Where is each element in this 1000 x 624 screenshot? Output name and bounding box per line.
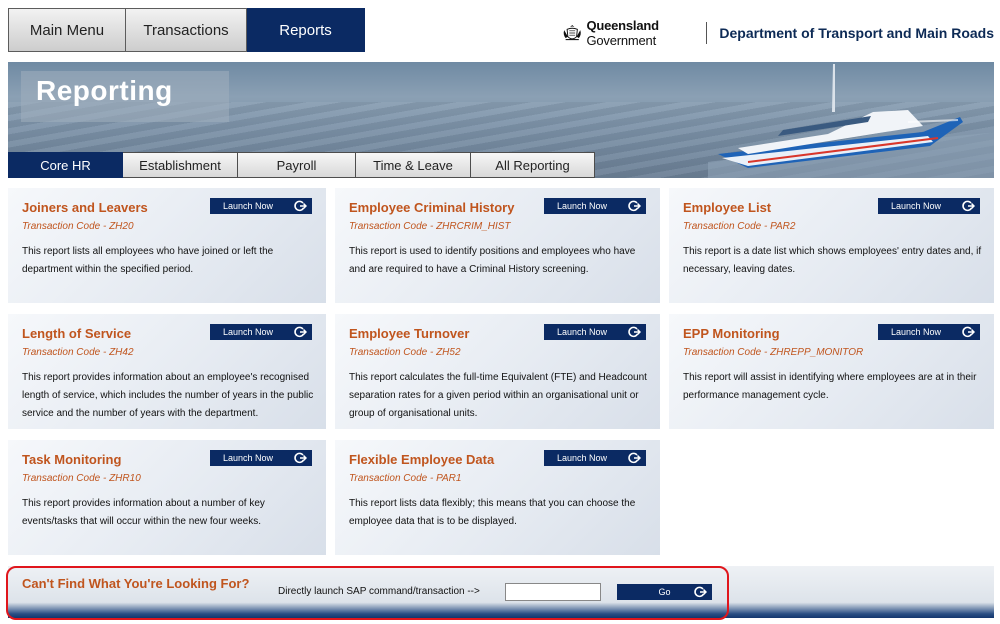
transaction-code: Transaction Code - ZH52 xyxy=(349,347,461,358)
launch-arrow-icon xyxy=(294,326,307,338)
report-description: This report is used to identify position… xyxy=(349,246,636,275)
report-title[interactable]: Employee Turnover xyxy=(349,326,469,341)
transaction-code: Transaction Code - PAR1 xyxy=(349,473,462,484)
tab-main-menu[interactable]: Main Menu xyxy=(8,8,126,52)
report-title[interactable]: Joiners and Leavers xyxy=(22,200,148,215)
launch-arrow-icon xyxy=(962,200,975,212)
launch-now-button[interactable]: Launch Now xyxy=(544,198,646,214)
qld-government-logo: Queensland Government xyxy=(586,18,659,48)
report-card-employee-turnover: Employee Turnover Transaction Code - ZH5… xyxy=(335,314,660,429)
report-title[interactable]: Employee List xyxy=(683,200,771,215)
transaction-input[interactable] xyxy=(505,583,601,601)
quick-launch-label: Directly launch SAP command/transaction … xyxy=(278,586,480,597)
go-arrow-icon xyxy=(694,586,707,598)
tab-payroll[interactable]: Payroll xyxy=(238,152,356,178)
report-description: This report is a date list which shows e… xyxy=(683,246,982,275)
launch-now-button[interactable]: Launch Now xyxy=(210,324,312,340)
report-title[interactable]: Length of Service xyxy=(22,326,131,341)
report-description: This report provides information about a… xyxy=(22,498,265,527)
transaction-code: Transaction Code - ZH20 xyxy=(22,221,134,232)
transaction-code: Transaction Code - PAR2 xyxy=(683,221,796,232)
launch-arrow-icon xyxy=(628,326,641,338)
tab-establishment[interactable]: Establishment xyxy=(123,152,238,178)
page-title: Reporting xyxy=(36,75,173,106)
tab-all-reporting[interactable]: All Reporting xyxy=(471,152,595,178)
report-description: This report lists all employees who have… xyxy=(22,246,274,275)
launch-arrow-icon xyxy=(294,452,307,464)
report-title[interactable]: EPP Monitoring xyxy=(683,326,780,341)
report-card-length-of-service: Length of Service Transaction Code - ZH4… xyxy=(8,314,326,429)
launch-now-button[interactable]: Launch Now xyxy=(210,450,312,466)
report-description: This report calculates the full-time Equ… xyxy=(349,372,647,419)
queensland-crest-icon xyxy=(563,24,581,41)
tab-transactions[interactable]: Transactions xyxy=(126,8,247,52)
launch-arrow-icon xyxy=(294,200,307,212)
launch-arrow-icon xyxy=(628,452,641,464)
report-description: This report will assist in identifying w… xyxy=(683,372,977,401)
launch-now-button[interactable]: Launch Now xyxy=(210,198,312,214)
report-card-epp-monitoring: EPP Monitoring Transaction Code - ZHREPP… xyxy=(669,314,994,429)
report-card-task-monitoring: Task Monitoring Transaction Code - ZHR10… xyxy=(8,440,326,555)
launch-arrow-icon xyxy=(628,200,641,212)
report-card-flexible-employee-data: Flexible Employee Data Transaction Code … xyxy=(335,440,660,555)
transaction-code: Transaction Code - ZHREPP_MONITOR xyxy=(683,347,864,358)
launch-now-button[interactable]: Launch Now xyxy=(544,450,646,466)
report-title[interactable]: Task Monitoring xyxy=(22,452,121,467)
launch-now-button[interactable]: Launch Now xyxy=(878,324,980,340)
quick-launch-bar: Can't Find What You're Looking For? Dire… xyxy=(8,566,994,618)
transaction-code: Transaction Code - ZHRCRIM_HIST xyxy=(349,221,511,232)
quick-launch-title: Can't Find What You're Looking For? xyxy=(22,576,250,591)
brand-divider xyxy=(705,22,707,44)
brand-header: Queensland Government Department of Tran… xyxy=(562,18,994,48)
transaction-code: Transaction Code - ZH42 xyxy=(22,347,134,358)
report-title[interactable]: Employee Criminal History xyxy=(349,200,514,215)
report-card-criminal-history: Employee Criminal History Transaction Co… xyxy=(335,188,660,303)
department-name: Department of Transport and Main Roads xyxy=(719,25,994,41)
report-title[interactable]: Flexible Employee Data xyxy=(349,452,494,467)
tab-time-leave[interactable]: Time & Leave xyxy=(356,152,471,178)
sub-nav: Core HR Establishment Payroll Time & Lea… xyxy=(8,152,595,178)
report-description: This report provides information about a… xyxy=(22,372,314,419)
tab-core-hr[interactable]: Core HR xyxy=(8,152,123,178)
top-nav: Main Menu Transactions Reports xyxy=(8,8,365,52)
launch-arrow-icon xyxy=(962,326,975,338)
report-description: This report lists data flexibly; this me… xyxy=(349,498,636,527)
launch-now-button[interactable]: Launch Now xyxy=(544,324,646,340)
ferry-image xyxy=(708,64,994,178)
go-button[interactable]: Go xyxy=(617,584,712,600)
report-card-joiners-leavers: Joiners and Leavers Transaction Code - Z… xyxy=(8,188,326,303)
tab-reports[interactable]: Reports xyxy=(247,8,365,52)
report-card-employee-list: Employee List Transaction Code - PAR2 Th… xyxy=(669,188,994,303)
launch-now-button[interactable]: Launch Now xyxy=(878,198,980,214)
transaction-code: Transaction Code - ZHR10 xyxy=(22,473,141,484)
